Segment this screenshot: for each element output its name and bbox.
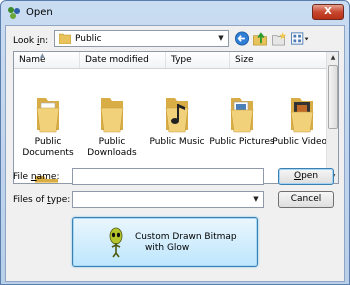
scroll-thumb[interactable] [328,65,338,129]
list-header: Name ▲ Date modified Type Size [14,52,326,69]
title-bar[interactable]: Open X [1,1,349,25]
open-button[interactable]: Open [278,168,334,185]
folder-icon [100,98,124,133]
files-of-type-combo[interactable]: ▼ [72,191,264,208]
alien-icon [109,227,123,258]
look-in-label: Look in: [13,36,49,46]
cancel-button[interactable]: Cancel [278,191,334,208]
view-menu-icon[interactable] [290,31,310,46]
column-size[interactable]: Size [230,52,326,68]
pictures-folder-icon [230,98,254,133]
file-name-label: File name: [13,172,60,182]
vertical-scrollbar[interactable]: ▲ ▼ [326,52,338,183]
music-folder-icon [165,98,189,133]
new-folder-icon[interactable] [271,31,287,46]
chevron-down-icon[interactable]: ▼ [214,31,228,46]
look-in-combo[interactable]: Public ▼ [54,30,229,47]
videos-folder-icon [290,98,314,133]
look-in-value: Public [75,34,102,44]
column-date-modified[interactable]: Date modified [80,52,166,68]
close-button[interactable]: X [312,4,344,20]
window-title: Open [26,7,53,18]
sort-arrow-icon: ▲ [40,52,45,59]
chevron-down-icon[interactable]: ▼ [249,192,263,207]
scroll-up-icon[interactable]: ▲ [327,52,338,64]
column-type[interactable]: Type [166,52,230,68]
dialog-client: Look in: Public ▼ Name ▲ Date modified T… [5,25,345,282]
file-name-input[interactable] [72,168,264,185]
column-name[interactable]: Name ▲ [14,52,80,68]
up-folder-icon[interactable] [252,31,268,46]
custom-button-line2: with Glow [145,243,190,253]
folder-icon [36,98,60,133]
custom-button-line1: Custom Drawn Bitmap [135,232,237,242]
files-of-type-label: Files of type: [13,195,71,205]
custom-bitmap-button[interactable]: Custom Drawn Bitmap with Glow [72,217,258,267]
file-list[interactable]: Name ▲ Date modified Type Size Public Do… [13,51,339,184]
custom-button-label: Custom Drawn Bitmap with Glow [135,232,245,254]
folder-icon [59,33,71,44]
open-dialog: Open X Look in: Public ▼ Name ▲ Date mod… [0,0,350,285]
back-icon[interactable] [234,31,250,46]
app-icon [8,7,20,19]
